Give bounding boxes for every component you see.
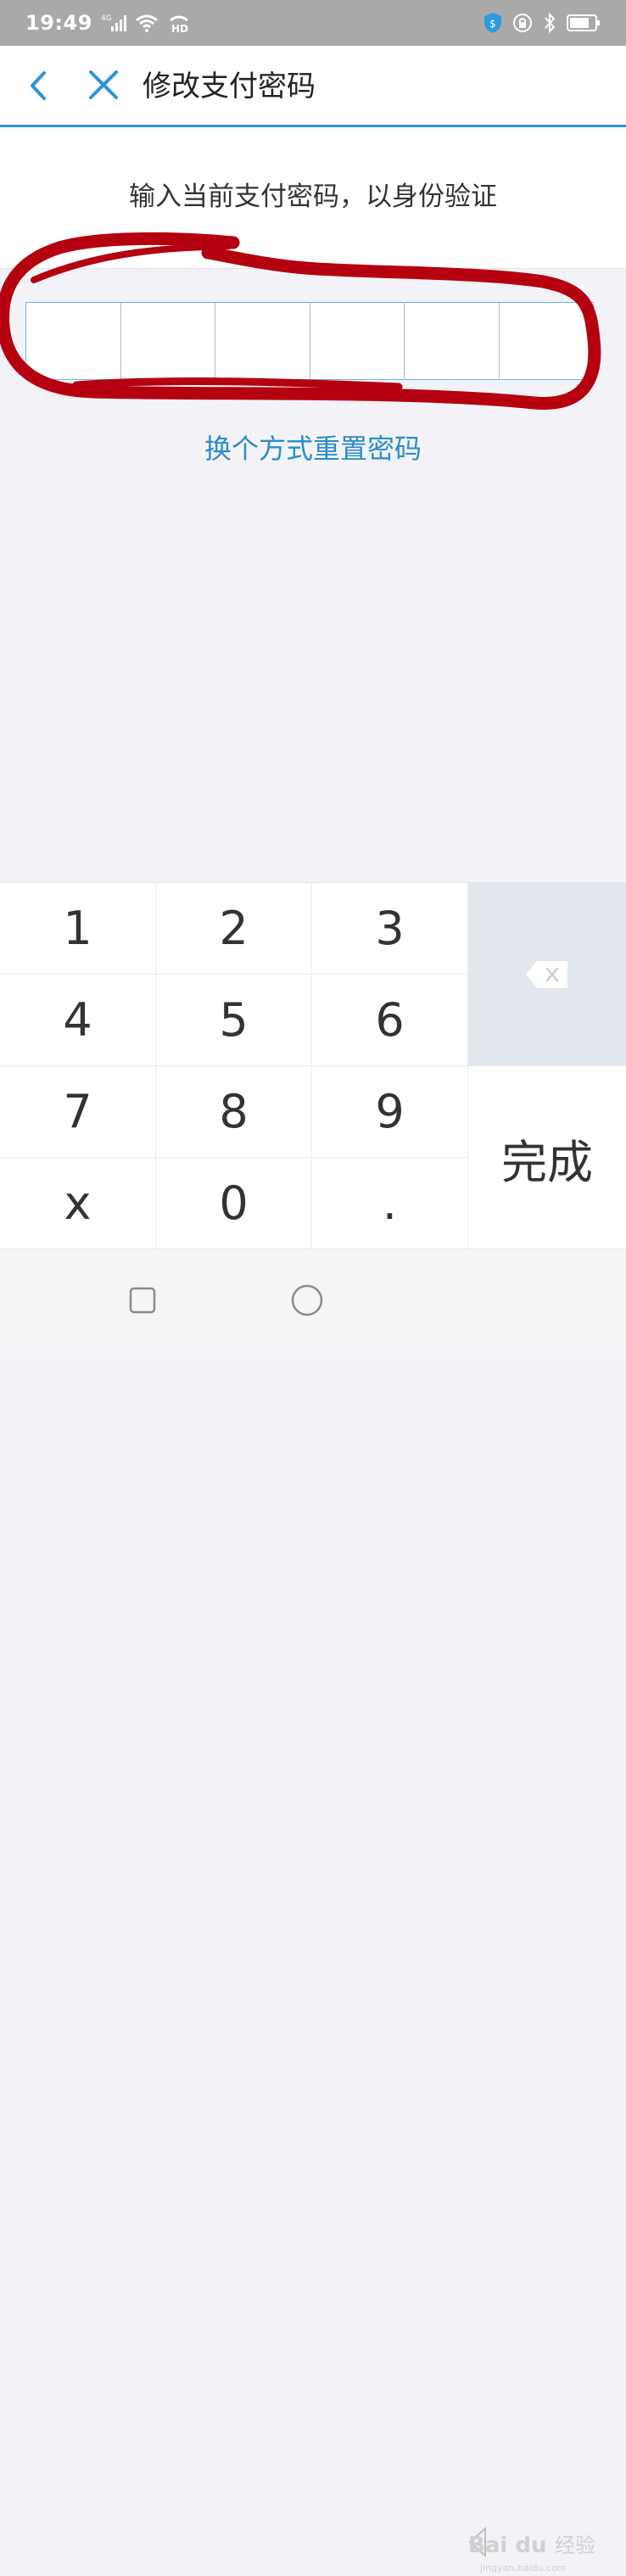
pin-cell[interactable] [405, 303, 500, 379]
close-icon [89, 70, 118, 99]
system-nav-bar: Bai du 经验 jingyan.baidu.com [0, 1249, 626, 2573]
pin-input[interactable] [25, 302, 594, 380]
watermark-suffix: 经验 [555, 2534, 595, 2557]
backspace-icon [526, 961, 567, 988]
key-dot[interactable]: . [312, 1158, 468, 1249]
watermark-brand: Bai du [468, 2533, 546, 2558]
status-right: $ [483, 12, 601, 34]
signal-icon: 4G [101, 14, 126, 31]
numeric-keypad: 1 2 3 4 5 6 7 8 9 x 0 . 完成 [0, 882, 626, 1249]
payment-shield-icon: $ [484, 13, 501, 33]
back-button[interactable] [19, 64, 61, 107]
pin-cell[interactable] [310, 303, 405, 379]
nav-bar: 修改支付密码 [0, 46, 626, 127]
page-title: 修改支付密码 [143, 70, 316, 103]
key-6[interactable]: 6 [312, 975, 468, 1066]
key-8[interactable]: 8 [156, 1066, 312, 1158]
key-4[interactable]: 4 [0, 975, 156, 1066]
status-left: 19:49 4G HD [25, 11, 191, 35]
done-key[interactable]: 完成 [468, 1066, 626, 1249]
key-1[interactable]: 1 [0, 883, 156, 975]
status-time: 19:49 [25, 11, 92, 35]
hd-label: HD [171, 23, 188, 34]
prompt-area: 输入当前支付密码，以身份验证 [0, 127, 626, 269]
pin-cell[interactable] [500, 303, 594, 379]
close-button[interactable] [83, 64, 126, 107]
baidu-jingyan-watermark: Bai du 经验 jingyan.baidu.com [468, 2526, 595, 2573]
home-button[interactable] [282, 1275, 333, 1326]
hd-call-icon: HD [169, 15, 188, 34]
pin-cell[interactable] [121, 303, 215, 379]
battery-icon [567, 14, 600, 31]
key-3[interactable]: 3 [312, 883, 468, 975]
key-7[interactable]: 7 [0, 1066, 156, 1158]
rotation-lock-icon [513, 14, 532, 32]
network-label: 4G [101, 14, 112, 23]
key-9[interactable]: 9 [312, 1066, 468, 1158]
key-5[interactable]: 5 [156, 975, 312, 1066]
key-0[interactable]: 0 [156, 1158, 312, 1249]
svg-text:$: $ [489, 18, 496, 30]
key-x[interactable]: x [0, 1158, 156, 1249]
chevron-left-icon [31, 71, 46, 100]
delete-key[interactable] [468, 883, 626, 1066]
status-bar: 19:49 4G HD $ [0, 0, 626, 46]
key-2[interactable]: 2 [156, 883, 312, 975]
pin-cell[interactable] [26, 303, 121, 379]
recent-apps-button[interactable] [117, 1275, 168, 1326]
prompt-text: 输入当前支付密码，以身份验证 [129, 182, 497, 212]
bluetooth-icon [545, 12, 556, 34]
wifi-icon [135, 14, 158, 32]
watermark-url: jingyan.baidu.com [479, 2562, 567, 2573]
reset-password-link[interactable]: 换个方式重置密码 [0, 429, 626, 468]
pin-cell[interactable] [215, 303, 310, 379]
